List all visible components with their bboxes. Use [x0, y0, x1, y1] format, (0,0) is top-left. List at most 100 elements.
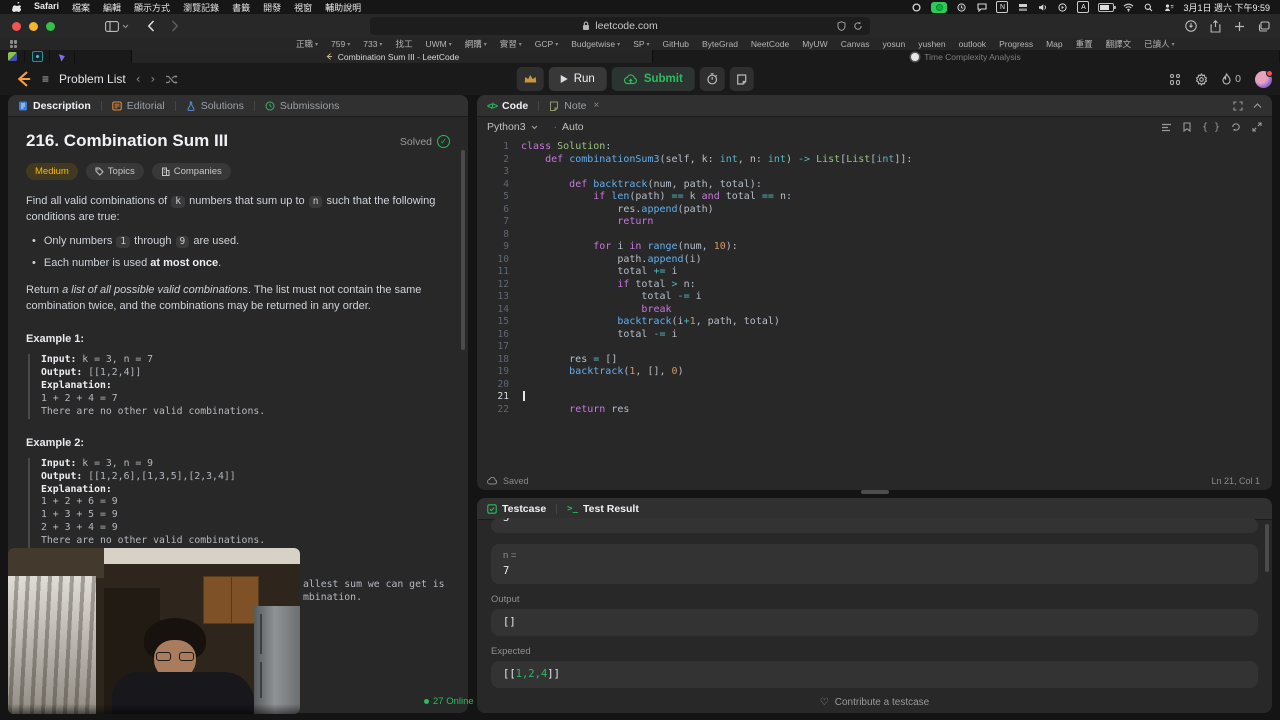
tab-other[interactable]: Time Complexity Analysis: [653, 50, 1280, 63]
wifi-status-icon[interactable]: [1123, 2, 1134, 12]
new-tab-icon[interactable]: [1234, 21, 1245, 32]
testcase-input-n[interactable]: n = 7: [491, 544, 1258, 584]
description-scrollbar[interactable]: [461, 150, 465, 350]
bookmark-item[interactable]: GitHub: [663, 39, 689, 49]
volume-status-icon[interactable]: [1037, 2, 1048, 12]
code-line[interactable]: 2 def combinationSum3(self, k: int, n: i…: [477, 154, 1266, 167]
expand-editor-icon[interactable]: [1252, 122, 1262, 132]
pinned-tab-1[interactable]: [0, 50, 25, 63]
tab-submissions[interactable]: Submissions: [255, 95, 350, 116]
layout-switcher-icon[interactable]: [1170, 73, 1181, 85]
address-bar[interactable]: leetcode.com: [370, 17, 870, 35]
maximize-panel-icon[interactable]: [1233, 100, 1243, 111]
bookmark-item[interactable]: ByteGrad: [702, 39, 738, 49]
window-zoom-button[interactable]: [46, 21, 55, 31]
clock-status-icon[interactable]: [956, 2, 967, 12]
submit-button[interactable]: Submit: [611, 67, 695, 91]
close-note-icon[interactable]: ×: [593, 100, 599, 111]
tab-note[interactable]: Note ×: [539, 95, 609, 116]
downloads-icon[interactable]: [1185, 20, 1197, 32]
reset-code-icon[interactable]: [1231, 122, 1241, 132]
expected-value[interactable]: [[1,2,4]]: [491, 661, 1258, 688]
bookmark-item[interactable]: MyUW: [802, 39, 828, 49]
code-line[interactable]: 12 if total > n:: [477, 279, 1266, 292]
tab-solutions[interactable]: Solutions: [176, 95, 254, 116]
apple-logo-icon[interactable]: [12, 2, 21, 12]
bookmark-item[interactable]: 759 ▾: [331, 39, 350, 49]
contribute-testcase-link[interactable]: ♡ Contribute a testcase: [477, 697, 1272, 708]
code-line[interactable]: 8: [477, 229, 1266, 242]
bookmark-item[interactable]: NeetCode: [751, 39, 789, 49]
bookmark-item[interactable]: 網購 ▾: [465, 38, 487, 50]
tab-editorial[interactable]: Editorial: [102, 95, 175, 116]
collapse-panel-icon[interactable]: [1253, 102, 1262, 109]
bookmark-item[interactable]: 翻譯文: [1106, 38, 1132, 50]
streak-counter[interactable]: 0: [1222, 73, 1241, 85]
tab-overview-icon[interactable]: [1258, 20, 1270, 32]
code-line[interactable]: 5 if len(path) == k and total == n:: [477, 191, 1266, 204]
timer-button[interactable]: [699, 67, 725, 91]
share-icon[interactable]: [1210, 19, 1221, 33]
bookmark-item[interactable]: Map: [1046, 39, 1063, 49]
bookmark-item[interactable]: Canvas: [841, 39, 870, 49]
bookmark-item[interactable]: yushen: [918, 39, 945, 49]
bookmark-item[interactable]: 實習 ▾: [500, 38, 522, 50]
output-value[interactable]: []: [491, 609, 1258, 636]
menubar-item[interactable]: 書籤: [232, 1, 250, 14]
pinned-tab-2[interactable]: [25, 50, 50, 63]
prev-problem-icon[interactable]: ‹: [136, 72, 141, 86]
format-code-icon[interactable]: [1161, 123, 1172, 132]
bookmark-item[interactable]: outlook: [959, 39, 986, 49]
window-close-button[interactable]: [12, 21, 21, 31]
problem-list-link[interactable]: Problem List: [59, 72, 126, 86]
code-line[interactable]: 13 total -= i: [477, 291, 1266, 304]
tab-testcase[interactable]: Testcase: [477, 498, 556, 519]
notes-button[interactable]: [729, 67, 754, 91]
tab-description[interactable]: Description: [8, 95, 101, 116]
code-line[interactable]: 21: [477, 391, 1266, 404]
code-line[interactable]: 4 def backtrack(num, path, total):: [477, 179, 1266, 192]
code-editor[interactable]: 1 class Solution: 2 def combinationSum3(se…: [477, 141, 1266, 470]
menubar-item[interactable]: Safari: [34, 1, 59, 14]
code-line[interactable]: 9 for i in range(num, 10):: [477, 241, 1266, 254]
bookmark-item[interactable]: 已讀人 ▾: [1144, 38, 1175, 50]
code-line[interactable]: 10 path.append(i): [477, 254, 1266, 267]
menubar-item[interactable]: 開發: [263, 1, 281, 14]
pinned-tab-3[interactable]: [50, 50, 75, 63]
bookmark-item[interactable]: yosun: [883, 39, 906, 49]
language-selector[interactable]: Python3: [487, 121, 538, 133]
reload-icon[interactable]: [853, 21, 863, 31]
back-button[interactable]: [147, 20, 155, 32]
testcase-input-k[interactable]: 3: [491, 518, 1258, 533]
code-line[interactable]: 22 return res: [477, 404, 1266, 417]
bookmark-item[interactable]: 正職 ▾: [296, 38, 318, 50]
code-line[interactable]: 20: [477, 379, 1266, 392]
next-problem-icon[interactable]: ›: [151, 72, 156, 86]
tab-code[interactable]: </> Code: [477, 95, 538, 116]
code-line[interactable]: 14 break: [477, 304, 1266, 317]
input-source-status-icon[interactable]: A: [1077, 1, 1090, 13]
bookmark-item[interactable]: Progress: [999, 39, 1033, 49]
leetcode-logo[interactable]: [14, 70, 32, 88]
tab-active[interactable]: Combination Sum III - LeetCode: [131, 50, 653, 63]
menubar-item[interactable]: 編輯: [103, 1, 121, 14]
menubar-item[interactable]: 顯示方式: [134, 1, 170, 14]
code-line[interactable]: 7 return: [477, 216, 1266, 229]
testcase-scrollbar[interactable]: [1265, 524, 1269, 572]
search-status-icon[interactable]: [1143, 2, 1154, 12]
window-minimize-button[interactable]: [29, 21, 38, 31]
cursor-position[interactable]: Ln 21, Col 1: [1211, 476, 1260, 486]
bookmark-item[interactable]: GCP ▾: [535, 39, 558, 49]
bookmark-item[interactable]: UWM ▾: [425, 39, 451, 49]
camera-active-icon[interactable]: [931, 1, 948, 13]
tab-test-result[interactable]: >_ Test Result: [557, 498, 649, 519]
record-status-icon[interactable]: [911, 2, 922, 12]
run-button[interactable]: Run: [548, 67, 607, 91]
topics-badge[interactable]: Topics: [85, 163, 144, 180]
favorites-grid-icon[interactable]: [10, 40, 18, 48]
menubar-item[interactable]: 檔案: [72, 1, 90, 14]
code-line[interactable]: 19 backtrack(1, [], 0): [477, 366, 1266, 379]
menubar-datetime[interactable]: 3月1日 週六 下午9:59: [1183, 1, 1270, 14]
code-line[interactable]: 3: [477, 166, 1266, 179]
premium-crown-button[interactable]: [516, 67, 544, 91]
